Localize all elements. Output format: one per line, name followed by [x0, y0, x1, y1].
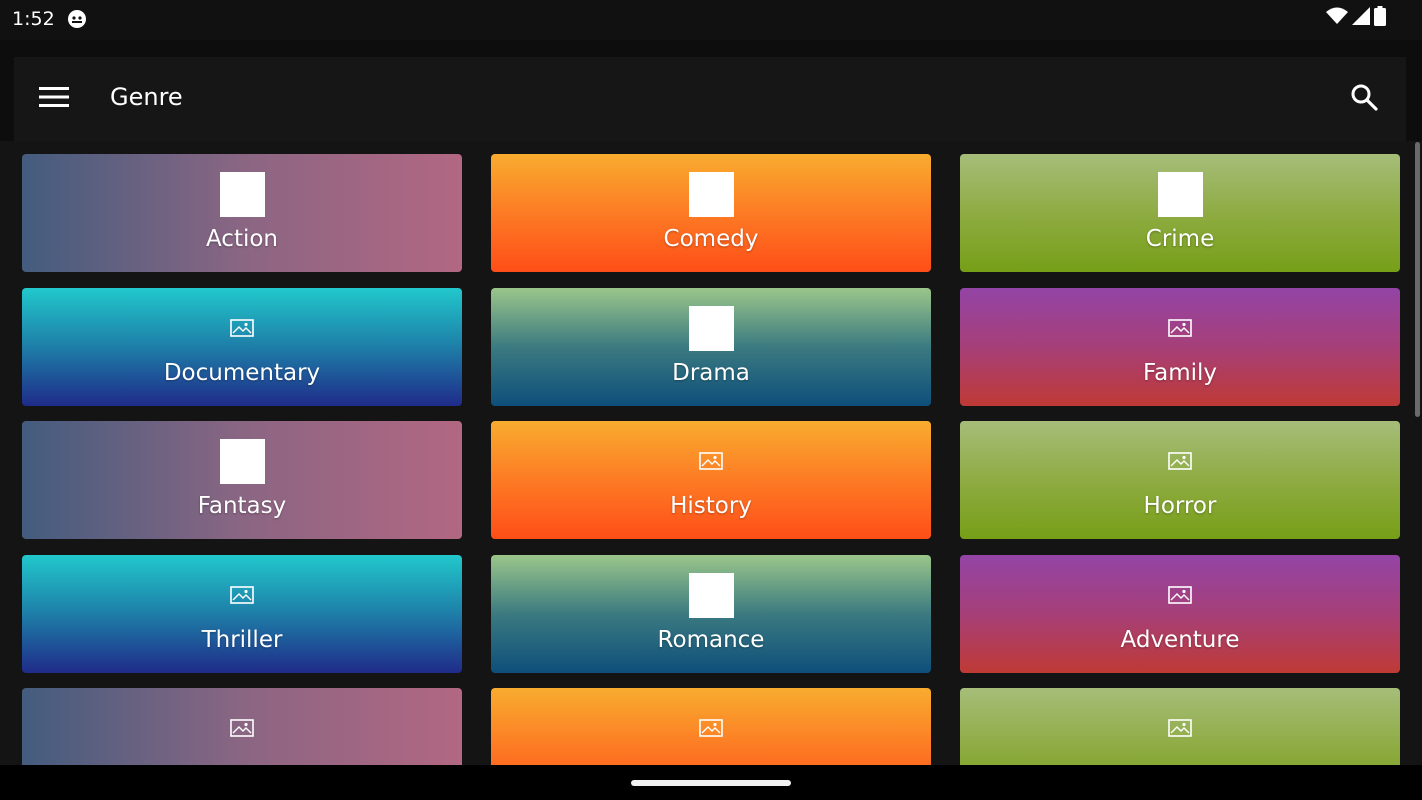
image-placeholder-icon — [1168, 451, 1192, 471]
genre-label: Romance — [657, 626, 765, 653]
genre-label: Family — [1142, 359, 1217, 386]
genre-thumbnail — [220, 439, 265, 484]
genre-label: Adventure — [1120, 626, 1240, 653]
genre-label: Documentary — [163, 359, 321, 386]
genre-thumbnail — [1158, 172, 1203, 217]
genre-label: Horror — [1143, 493, 1217, 519]
genre-thumbnail — [220, 172, 265, 217]
search-button[interactable] — [1344, 79, 1384, 119]
genre-label: Fantasy — [197, 493, 287, 519]
genre-thumbnail — [689, 572, 734, 618]
image-placeholder-icon — [699, 451, 723, 471]
app-bar: Genre — [14, 57, 1406, 141]
genre-tile[interactable]: Comedy — [491, 154, 931, 272]
page-title: Genre — [110, 83, 183, 111]
genre-tile[interactable]: Fantasy — [22, 421, 462, 539]
genre-label: Thriller — [201, 626, 283, 653]
image-placeholder-icon — [1168, 585, 1192, 605]
search-icon — [1350, 83, 1378, 115]
android-notification-icon — [66, 8, 88, 30]
image-placeholder-icon — [1168, 718, 1192, 738]
home-gesture-handle[interactable] — [631, 780, 791, 786]
signal-icon — [1352, 7, 1370, 29]
image-placeholder-icon — [699, 718, 723, 738]
genre-tile[interactable]: History — [491, 421, 931, 539]
wifi-icon — [1326, 7, 1348, 29]
genre-thumbnail — [689, 172, 734, 217]
genre-grid[interactable]: Action Comedy Crime Documentary Drama Family F… — [0, 141, 1422, 765]
image-placeholder-icon — [1168, 318, 1192, 338]
genre-tile[interactable]: Adventure — [960, 554, 1400, 673]
genre-tile[interactable]: Documentary — [22, 287, 462, 406]
image-placeholder-icon — [230, 585, 254, 605]
genre-label: Drama — [672, 359, 750, 386]
status-icons — [1326, 6, 1386, 30]
genre-tile[interactable] — [22, 688, 462, 765]
genre-tile[interactable]: Action — [22, 154, 462, 272]
genre-label: Crime — [1145, 226, 1215, 252]
genre-label: Comedy — [663, 226, 759, 252]
genre-tile[interactable]: Romance — [491, 554, 931, 673]
genre-tile[interactable]: Crime — [960, 154, 1400, 272]
genre-tile[interactable]: Drama — [491, 287, 931, 406]
image-placeholder-icon — [230, 718, 254, 738]
menu-button[interactable] — [34, 81, 74, 117]
genre-tile[interactable] — [960, 688, 1400, 765]
image-placeholder-icon — [230, 318, 254, 338]
genre-tile[interactable]: Horror — [960, 421, 1400, 539]
genre-tile[interactable]: Family — [960, 287, 1400, 406]
status-bar: 1:52 — [0, 0, 1422, 40]
genre-tile[interactable]: Thriller — [22, 554, 462, 673]
scrollbar[interactable] — [1415, 142, 1420, 417]
genre-label: Action — [205, 226, 279, 252]
genre-thumbnail — [689, 305, 734, 351]
status-time: 1:52 — [12, 8, 55, 30]
battery-icon — [1374, 6, 1386, 30]
genre-tile[interactable] — [491, 688, 931, 765]
hamburger-menu-icon — [39, 86, 69, 112]
genre-label: History — [670, 493, 752, 519]
